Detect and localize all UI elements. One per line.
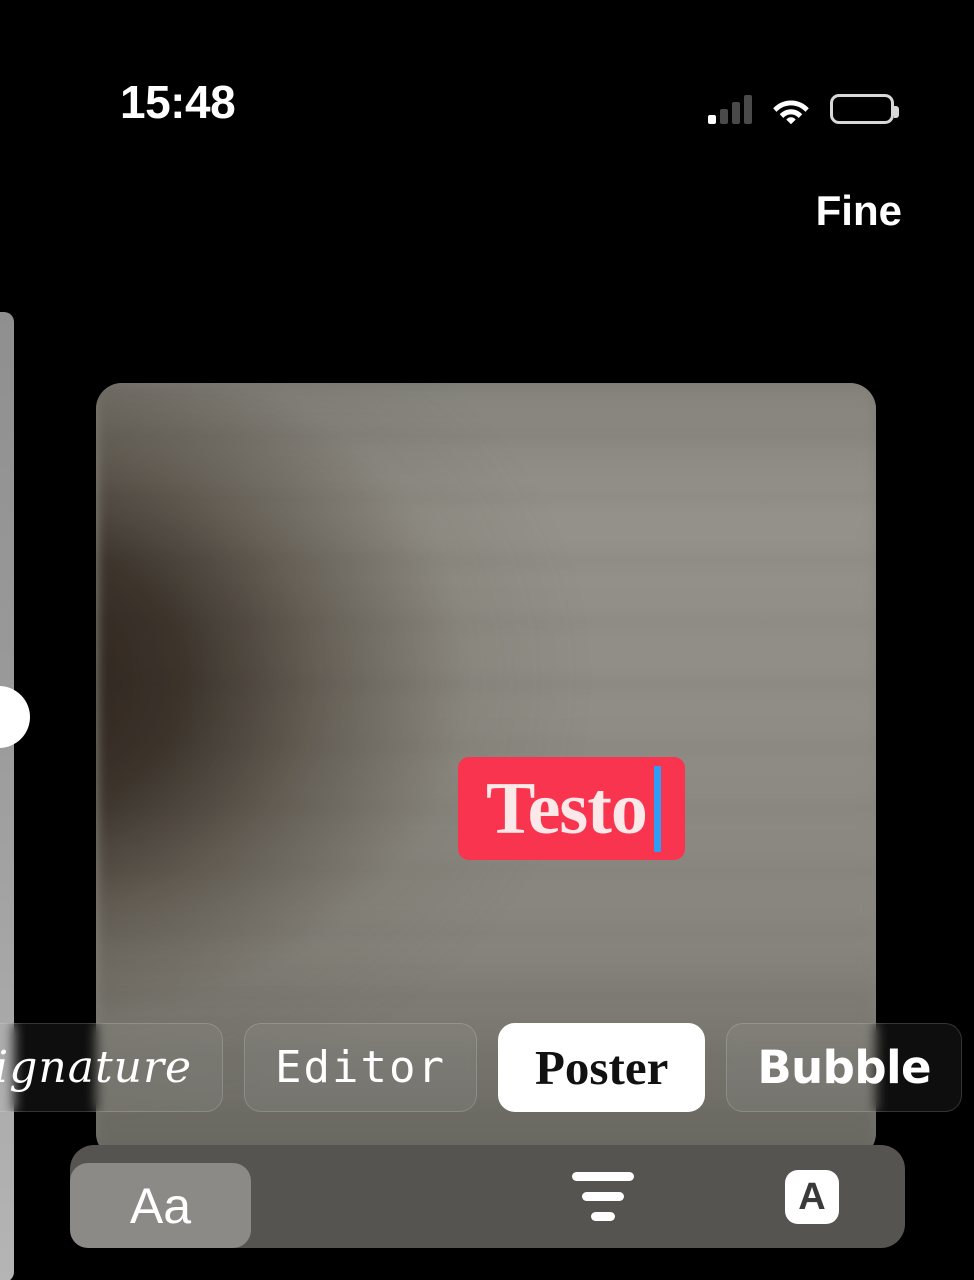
text-align-button[interactable] bbox=[568, 1167, 638, 1227]
phone-screen: 15:48 Fine Testo gnature Editor Poster B… bbox=[0, 0, 974, 1280]
status-bar-time: 15:48 bbox=[120, 76, 236, 128]
previous-page-peek[interactable] bbox=[0, 312, 14, 1280]
format-toolbar: Aa A bbox=[70, 1145, 905, 1248]
cellular-signal-icon bbox=[708, 94, 752, 124]
style-chip-editor[interactable]: Editor bbox=[244, 1022, 477, 1112]
align-center-icon bbox=[572, 1172, 634, 1181]
wifi-icon bbox=[772, 96, 810, 125]
font-size-button[interactable]: Aa bbox=[70, 1163, 251, 1248]
text-cursor bbox=[653, 765, 661, 852]
text-highlight-button[interactable]: A bbox=[785, 1169, 839, 1224]
text-highlight-icon: A bbox=[798, 1175, 826, 1218]
done-button[interactable]: Fine bbox=[816, 182, 902, 240]
status-bar-icons bbox=[708, 84, 899, 125]
style-chip-signature[interactable]: Signature bbox=[0, 1022, 224, 1112]
page-handle-circle[interactable] bbox=[0, 686, 30, 748]
text-style-chip-row[interactable]: Signature Editor Poster Bubble Deco bbox=[0, 1021, 974, 1113]
style-chip-bubble[interactable]: Bubble bbox=[726, 1022, 963, 1112]
font-size-icon: Aa bbox=[129, 1177, 192, 1234]
status-bar: 15:48 bbox=[0, 30, 974, 126]
battery-icon bbox=[830, 94, 899, 124]
style-chip-poster[interactable]: Poster bbox=[498, 1022, 706, 1112]
text-overlay-value: Testo bbox=[486, 767, 648, 850]
text-overlay-box[interactable]: Testo bbox=[458, 757, 685, 860]
